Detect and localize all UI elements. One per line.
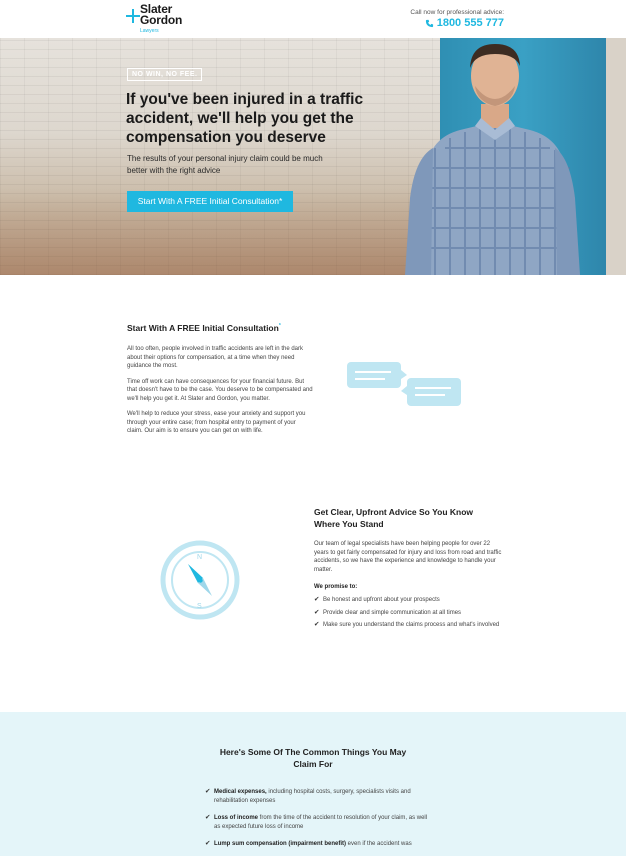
site-header: Slater Gordon Lawyers Call now for profe… xyxy=(0,0,626,38)
section1-title-text: Start With A FREE Initial Consultation xyxy=(127,323,279,333)
check-icon: ✔ xyxy=(314,621,320,628)
check-icon: ✔ xyxy=(205,814,211,821)
phone-icon xyxy=(425,19,433,27)
slater-gordon-logo[interactable]: Slater Gordon Lawyers xyxy=(126,3,196,36)
logo-wordmark: Slater Gordon xyxy=(140,3,183,27)
promise-list: ✔ Be honest and upfront about your prospe… xyxy=(314,596,504,634)
svg-text:N: N xyxy=(197,554,202,561)
compass-icon: N S xyxy=(160,540,240,620)
plus-icon xyxy=(126,9,140,23)
list-item-text: Make sure you understand the claims proc… xyxy=(323,622,500,628)
claim-item-bold: Lump sum compensation (impairment benefi… xyxy=(214,841,347,847)
call-box: Call now for professional advice: 1800 5… xyxy=(410,9,504,29)
section3-title: Here's Some Of The Common Things You May… xyxy=(219,747,407,769)
phone-number: 1800 555 777 xyxy=(436,17,504,29)
list-item: ✔ Be honest and upfront about your prospe… xyxy=(314,596,504,605)
claim-item-text: even if the accident was xyxy=(346,841,412,847)
claims-list: ✔ Medical expenses, including hospital co… xyxy=(205,788,435,856)
no-win-no-fee-badge: NO WIN, NO FEE. xyxy=(127,68,203,81)
logo-subtitle: Lawyers xyxy=(140,28,159,34)
section1-paragraph: Time off work can have consequences for … xyxy=(127,378,313,402)
hero-banner: NO WIN, NO FEE. If you've been injured i… xyxy=(0,38,626,275)
list-item: ✔ Make sure you understand the claims pro… xyxy=(314,621,504,630)
claims-section: Here's Some Of The Common Things You May… xyxy=(0,712,626,856)
check-icon: ✔ xyxy=(314,608,320,616)
svg-text:S: S xyxy=(197,603,202,610)
section1-body: All too often, people involved in traffi… xyxy=(127,345,313,443)
claim-item-bold: Medical expenses, xyxy=(214,789,267,795)
hero-headline: If you've been injured in a traffic acci… xyxy=(126,91,364,146)
check-icon: ✔ xyxy=(205,840,211,847)
hero-portrait-image xyxy=(405,44,580,275)
list-item: ✔ Medical expenses, including hospital co… xyxy=(205,788,435,805)
phone-link[interactable]: 1800 555 777 xyxy=(410,17,504,29)
list-item: ✔ Provide clear and simple communication … xyxy=(314,609,504,618)
promise-label: We promise to: xyxy=(314,584,358,590)
free-consultation-button[interactable]: Start With A FREE Initial Consultation* xyxy=(127,191,293,212)
list-item: ✔ Loss of income from the time of the acc… xyxy=(205,814,435,831)
section2-title: Get Clear, Upfront Advice So You Know Wh… xyxy=(314,507,474,529)
list-item: ✔ Lump sum compensation (impairment benef… xyxy=(205,840,435,849)
list-item-text: Provide clear and simple communication a… xyxy=(323,609,462,616)
hero-subheadline: The results of your personal injury clai… xyxy=(127,154,323,175)
call-label: Call now for professional advice: xyxy=(410,9,504,16)
claim-item-bold: Loss of income xyxy=(214,815,259,821)
check-icon: ✔ xyxy=(314,596,320,603)
wall-edge xyxy=(606,38,626,275)
logo-line2: Gordon xyxy=(140,13,183,27)
section2-body: Our team of legal specialists have been … xyxy=(314,541,502,573)
list-item-text: Be honest and upfront about your prospec… xyxy=(323,597,440,603)
section1-paragraph: We'll help to reduce your stress, ease y… xyxy=(127,411,306,434)
chat-bubbles-icon xyxy=(347,362,461,406)
asterisk-mark: * xyxy=(278,323,281,330)
section1-paragraph: All too often, people involved in traffi… xyxy=(127,346,303,369)
check-icon: ✔ xyxy=(205,788,211,795)
section1-title: Start With A FREE Initial Consultation* xyxy=(127,323,281,333)
